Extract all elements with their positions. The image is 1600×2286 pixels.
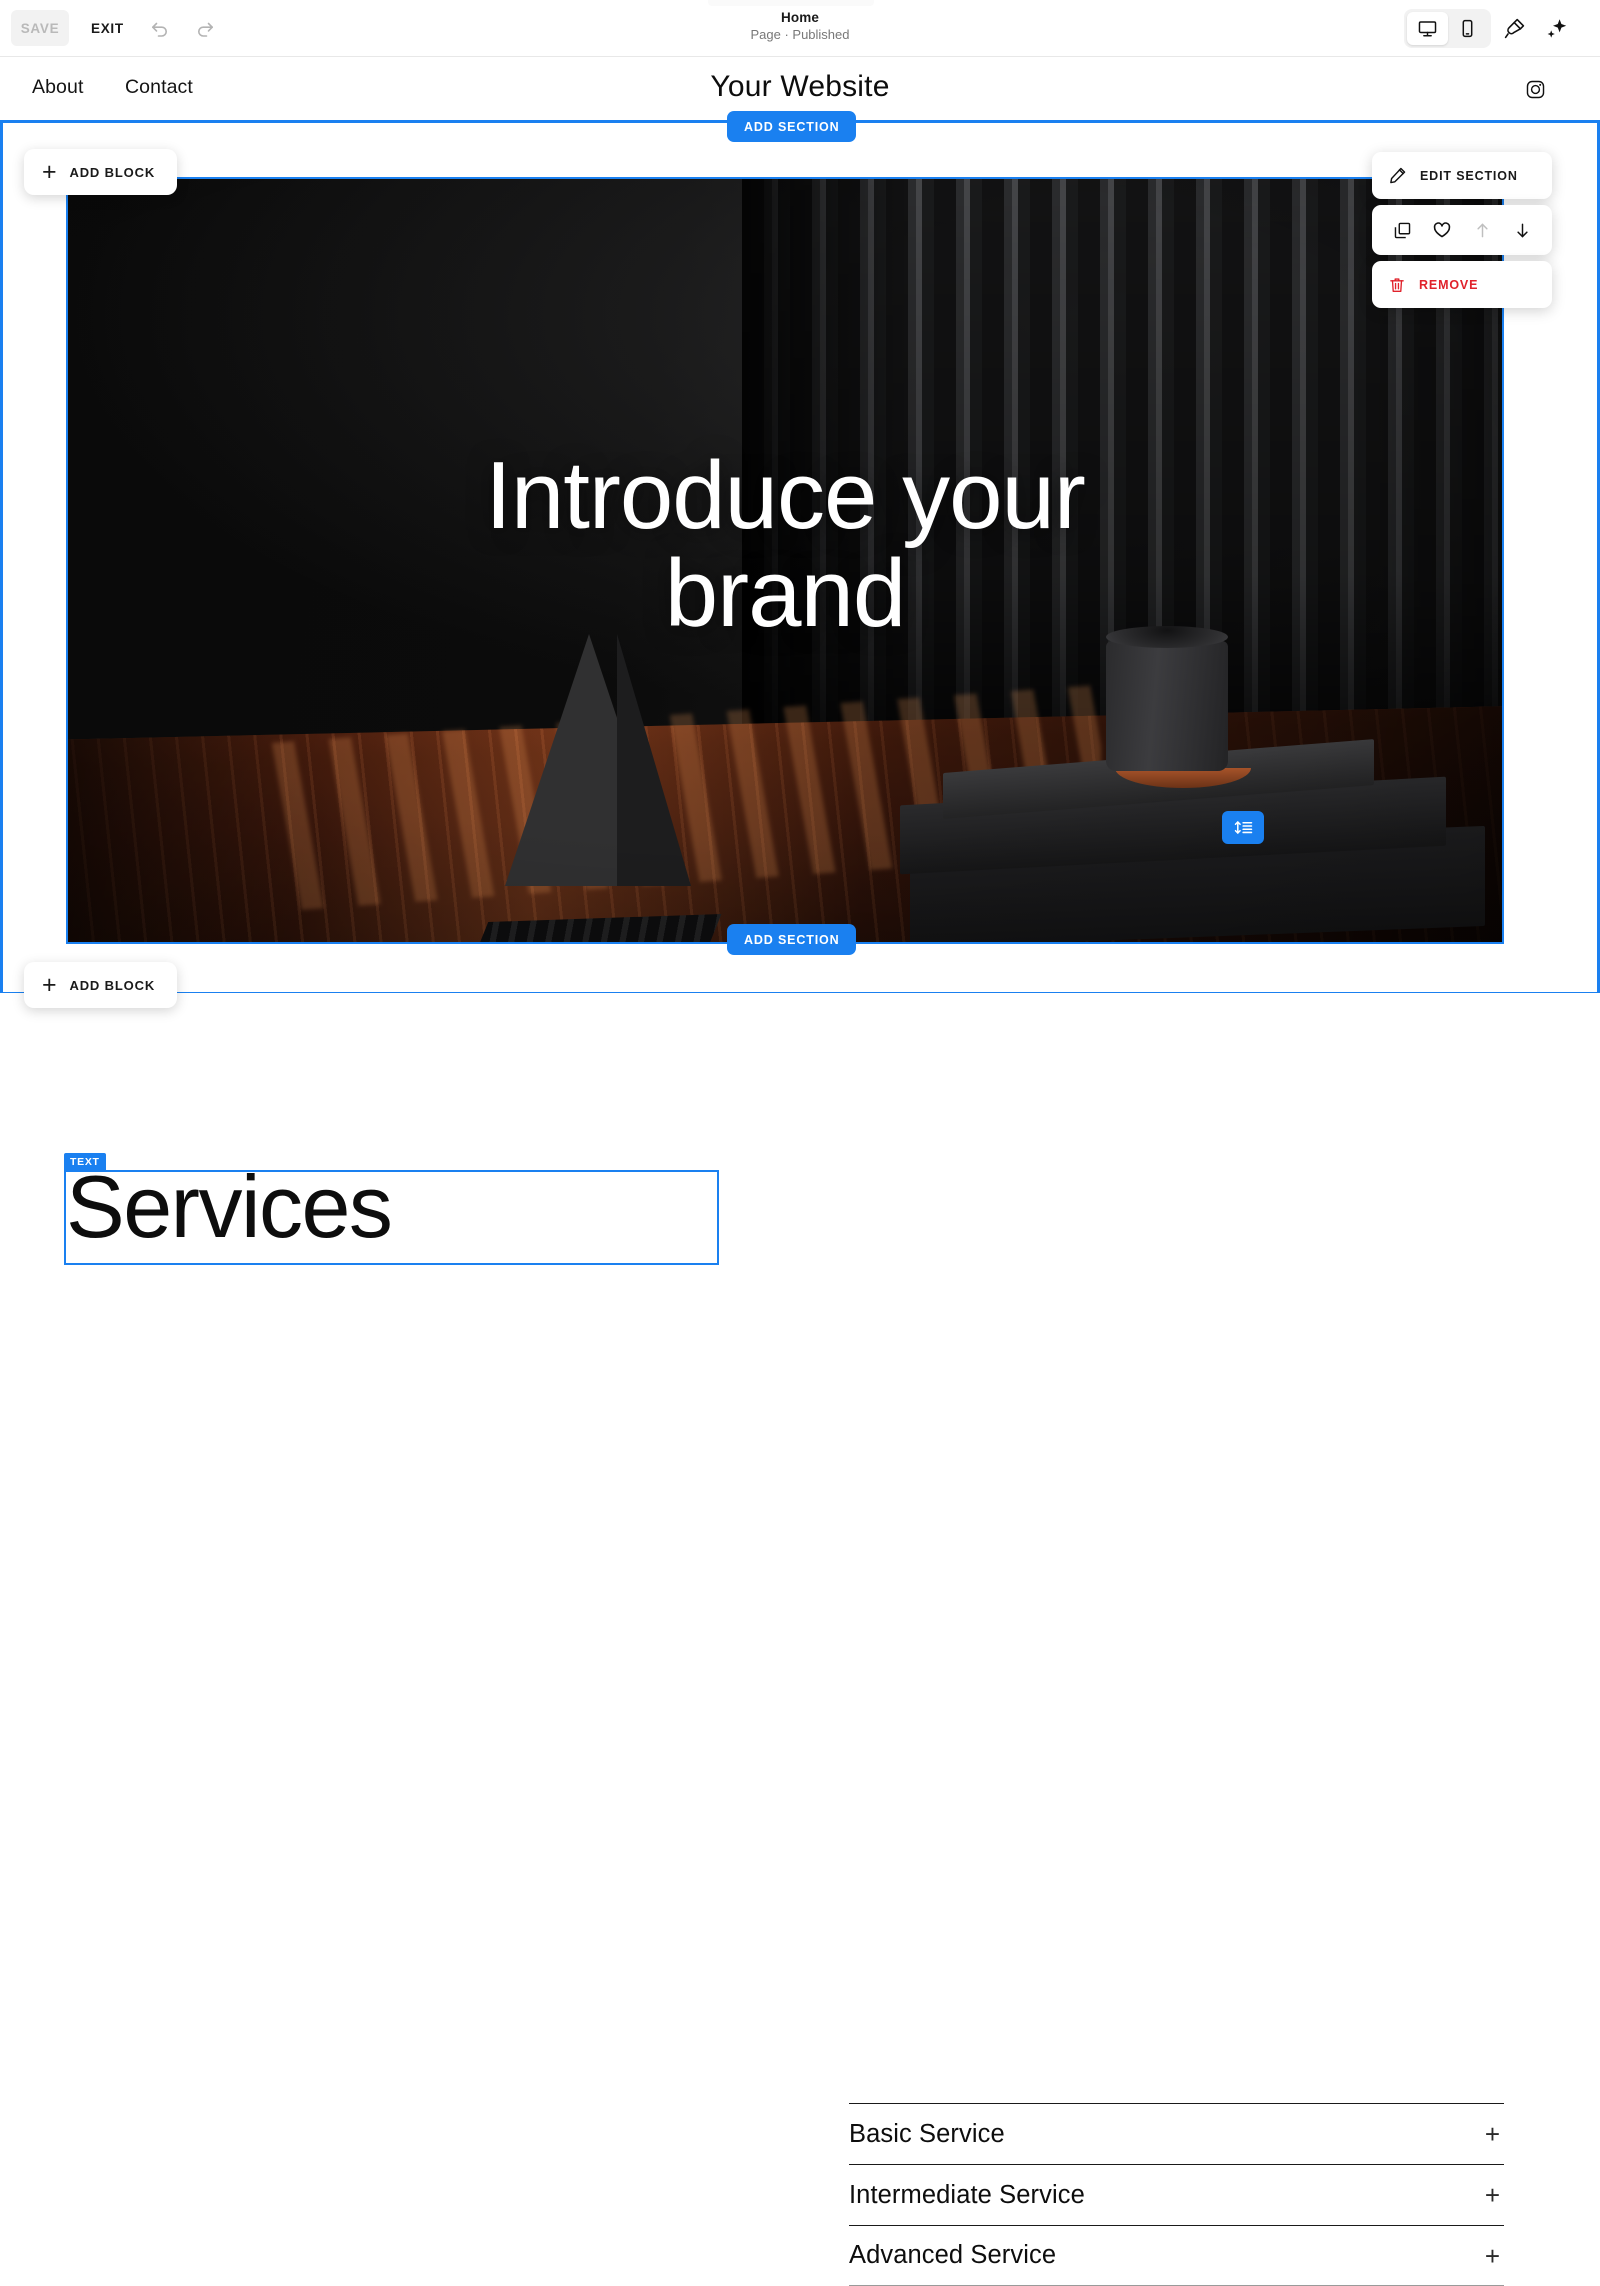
remove-section-card: REMOVE	[1372, 261, 1552, 308]
edit-section-label: EDIT SECTION	[1420, 168, 1518, 183]
save-button[interactable]: SAVE	[11, 10, 69, 46]
sparkles-icon	[1545, 16, 1569, 40]
services-accordion: Basic Service + Intermediate Service + A…	[849, 2103, 1504, 2286]
list-item[interactable]: Intermediate Service +	[849, 2164, 1504, 2225]
remove-section-button[interactable]: REMOVE	[1372, 261, 1552, 308]
add-block-label: ADD BLOCK	[69, 977, 156, 993]
hero-headline[interactable]: Introduce your brand	[66, 447, 1504, 643]
plus-icon: +	[42, 970, 58, 999]
section-actions-card	[1372, 205, 1552, 255]
redo-button[interactable]	[190, 13, 220, 43]
device-mobile-button[interactable]	[1448, 12, 1489, 45]
theme-brush-button[interactable]	[1500, 13, 1530, 43]
move-section-down-button[interactable]	[1510, 218, 1534, 242]
paintbrush-icon	[1503, 16, 1527, 40]
trash-icon	[1388, 276, 1406, 294]
remove-section-label: REMOVE	[1419, 277, 1479, 292]
accordion-label: Intermediate Service	[849, 2180, 1085, 2209]
edit-section-card: EDIT SECTION	[1372, 152, 1552, 199]
list-item[interactable]: Advanced Service +	[849, 2225, 1504, 2286]
plus-icon[interactable]: +	[1485, 2243, 1504, 2269]
move-section-up-button[interactable]	[1470, 218, 1494, 242]
heart-icon	[1432, 220, 1452, 240]
duplicate-icon	[1393, 221, 1412, 240]
add-section-button-middle[interactable]: ADD SECTION	[727, 924, 857, 955]
desktop-monitor-icon	[1417, 18, 1438, 39]
device-desktop-button[interactable]	[1407, 12, 1448, 45]
plus-icon: +	[42, 157, 58, 186]
redo-arrow-icon	[194, 17, 216, 39]
edit-section-button[interactable]: EDIT SECTION	[1372, 152, 1552, 199]
page-status: Page · Published	[750, 27, 850, 42]
add-section-button-top[interactable]: ADD SECTION	[727, 111, 857, 142]
favorite-section-button[interactable]	[1430, 218, 1454, 242]
arrow-up-icon	[1473, 221, 1492, 240]
list-item[interactable]: Basic Service +	[849, 2103, 1504, 2164]
plus-icon[interactable]: +	[1485, 2121, 1504, 2147]
duplicate-section-button[interactable]	[1390, 218, 1414, 242]
accordion-label: Advanced Service	[849, 2241, 1057, 2269]
add-block-button-services[interactable]: + ADD BLOCK	[24, 962, 178, 1008]
resize-height-icon	[1233, 818, 1254, 837]
services-heading[interactable]: Services	[66, 1163, 393, 1251]
hero-headline-line-2: brand	[664, 539, 907, 647]
site-canvas: About Contact Your Website Introduce you…	[0, 57, 1600, 2286]
instagram-icon[interactable]	[1525, 79, 1546, 100]
arrow-down-icon	[1513, 221, 1532, 240]
add-block-label: ADD BLOCK	[69, 164, 156, 180]
add-block-button-hero[interactable]: + ADD BLOCK	[24, 149, 178, 195]
ai-assist-button[interactable]	[1542, 13, 1572, 43]
accordion-label: Basic Service	[849, 2119, 1005, 2148]
section-actions-row	[1372, 205, 1552, 255]
page-title: Home	[781, 10, 819, 25]
mobile-phone-icon	[1457, 18, 1478, 39]
section-toolbar-popover: EDIT SECTION REMOVE	[1372, 152, 1552, 314]
page-meta: Home Page · Published	[0, 9, 1600, 44]
site-logo[interactable]: Your Website	[0, 70, 1600, 104]
editor-top-bar: SAVE EXIT Home Page · Published	[0, 0, 1600, 57]
hero-headline-line-1: Introduce your	[485, 442, 1086, 549]
hero-resize-handle[interactable]	[1222, 811, 1264, 844]
undo-button[interactable]	[145, 13, 175, 43]
undo-arrow-icon	[149, 17, 171, 39]
hero-image[interactable]: Introduce your brand	[66, 177, 1504, 944]
exit-button[interactable]: EXIT	[81, 10, 134, 46]
device-view-toggle	[1404, 9, 1491, 48]
pencil-icon	[1388, 166, 1407, 185]
plus-icon[interactable]: +	[1485, 2182, 1504, 2208]
page-tab-indicator	[708, 0, 874, 6]
